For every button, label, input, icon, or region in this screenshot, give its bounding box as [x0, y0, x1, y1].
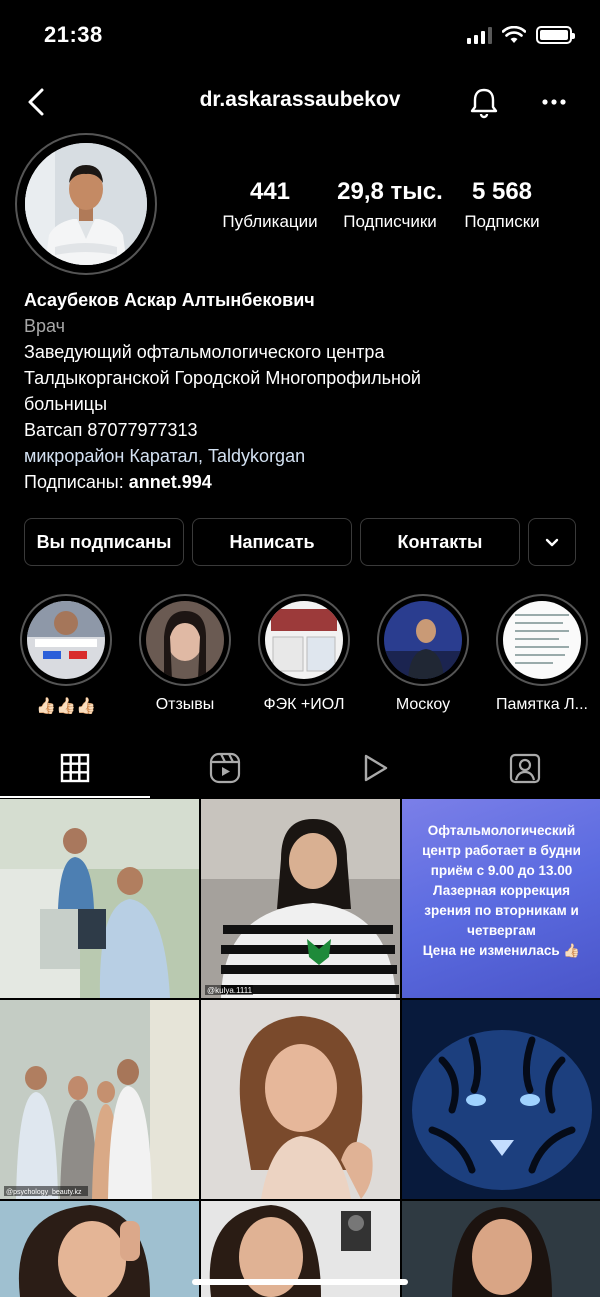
highlight-label: Памятка Л...: [496, 696, 588, 713]
highlight-item[interactable]: ФЭК +ИОЛ: [254, 594, 354, 714]
highlight-label: ФЭК +ИОЛ: [263, 696, 345, 713]
post-thumbnail[interactable]: [402, 1201, 600, 1297]
profile-tabs: [0, 738, 600, 798]
tab-video[interactable]: [300, 738, 450, 798]
wifi-icon: [502, 26, 526, 43]
tab-tagged[interactable]: [450, 738, 600, 798]
more-options-button[interactable]: [534, 82, 574, 122]
bio-line: больницы: [24, 394, 108, 414]
following-button[interactable]: Вы подписаны: [24, 518, 184, 566]
followers-count-value: 29,8 тыс.: [337, 178, 443, 205]
avatar[interactable]: [15, 133, 157, 275]
highlight-label: Москоу: [395, 696, 451, 713]
highlight-thumbnail: [384, 601, 462, 679]
more-horizontal-icon: [542, 99, 566, 105]
highlight-item[interactable]: 👍🏻👍🏻👍🏻: [16, 594, 116, 716]
post-text-line: центр работает в будни: [422, 843, 581, 858]
highlight-thumbnail: [27, 601, 105, 679]
bell-icon: [470, 88, 498, 119]
highlight-thumbnail: [265, 601, 343, 679]
post-thumbnail[interactable]: [0, 1201, 199, 1297]
bio-location-link[interactable]: микрорайон Каратал, Taldykorgan: [24, 443, 584, 469]
post-thumbnail[interactable]: [201, 1000, 400, 1199]
profile-full-name: Асаубеков Аскар Алтынбекович: [24, 290, 315, 310]
tagged-person-icon: [509, 753, 541, 784]
highlight-item[interactable]: Москоу: [373, 594, 473, 714]
profile-photo: [25, 143, 147, 265]
post-tag: @kulya.1111: [207, 986, 253, 995]
followed-by-user: annet.994: [128, 472, 212, 492]
active-tab-indicator: [0, 796, 150, 798]
followed-by[interactable]: Подписаны: annet.994: [24, 469, 584, 495]
post-text-line: Цена не изменилась 👍🏻: [422, 943, 581, 958]
post-text-line: четвергам: [467, 923, 536, 938]
highlight-item[interactable]: Отзывы: [135, 594, 235, 714]
post-thumbnail[interactable]: [402, 1000, 600, 1199]
followed-by-prefix: Подписаны:: [24, 472, 129, 492]
following-count-value: 5 568: [471, 178, 533, 205]
post-thumbnail[interactable]: @psychology_beauty.kz: [0, 1000, 199, 1199]
posts-count[interactable]: 441 Публикации: [212, 178, 328, 232]
bio-phone: Ватсап 87077977313: [24, 420, 198, 440]
profile-category: Врач: [24, 316, 66, 336]
following-count[interactable]: 5 568 Подписки: [452, 178, 552, 232]
reels-icon: [209, 752, 241, 784]
post-thumbnail[interactable]: Офтальмологический центр работает в будн…: [402, 799, 600, 998]
following-count-label: Подписки: [464, 212, 540, 231]
post-text-line: приём с 9.00 до 13.00: [430, 863, 573, 878]
post-thumbnail[interactable]: [0, 799, 199, 998]
tab-reels[interactable]: [150, 738, 300, 798]
home-indicator[interactable]: [192, 1279, 408, 1285]
posts-count-label: Публикации: [222, 212, 318, 231]
posts-count-value: 441: [249, 178, 291, 205]
followers-count-label: Подписчики: [343, 212, 437, 231]
profile-bio: Асаубеков Аскар Алтынбекович Врач Заведу…: [24, 287, 584, 495]
post-text-line: зрения по вторникам и: [424, 903, 579, 918]
highlight-thumbnail: [503, 601, 581, 679]
status-icons: [467, 26, 575, 44]
cellular-signal-icon: [467, 26, 492, 44]
profile-stats: 441 Публикации 29,8 тыс. Подписчики 5 56…: [212, 178, 562, 238]
post-text-line: Офтальмологический: [427, 823, 576, 838]
highlight-item[interactable]: Памятка Л...: [492, 594, 592, 714]
post-text-line: Лазерная коррекция: [432, 883, 571, 898]
post-announcement-text: Офтальмологический центр работает в будн…: [410, 821, 593, 961]
story-highlights: 👍🏻👍🏻👍🏻 Отзывы ФЭК +ИОЛ Москоу Памятка Л.…: [0, 594, 600, 724]
notifications-button[interactable]: [464, 82, 504, 122]
bio-line: Заведующий офтальмологического центра: [24, 342, 385, 362]
status-time: 21:38: [44, 22, 103, 47]
post-thumbnail[interactable]: @kulya.1111: [201, 799, 400, 998]
profile-username: dr.askarassaubekov: [199, 88, 401, 111]
status-bar: 21:38: [0, 0, 600, 70]
highlight-thumbnail: [146, 601, 224, 679]
highlight-label: Отзывы: [155, 696, 215, 713]
highlight-label: 👍🏻👍🏻👍🏻: [36, 698, 96, 715]
followers-count[interactable]: 29,8 тыс. Подписчики: [330, 178, 450, 232]
profile-header: dr.askarassaubekov: [0, 78, 600, 126]
bio-line: Талдыкорганской Городской Многопрофильно…: [24, 368, 421, 388]
chevron-down-icon: [545, 538, 559, 547]
play-icon: [364, 754, 388, 782]
tab-grid[interactable]: [0, 738, 150, 798]
message-button[interactable]: Написать: [192, 518, 352, 566]
grid-icon: [60, 753, 90, 783]
battery-icon: [536, 26, 575, 44]
posts-grid: @kulya.1111 Офтальмологический центр раб…: [0, 799, 600, 1297]
suggested-accounts-button[interactable]: [528, 518, 576, 566]
post-tag: @psychology_beauty.kz: [6, 1189, 82, 1196]
contacts-button[interactable]: Контакты: [360, 518, 520, 566]
